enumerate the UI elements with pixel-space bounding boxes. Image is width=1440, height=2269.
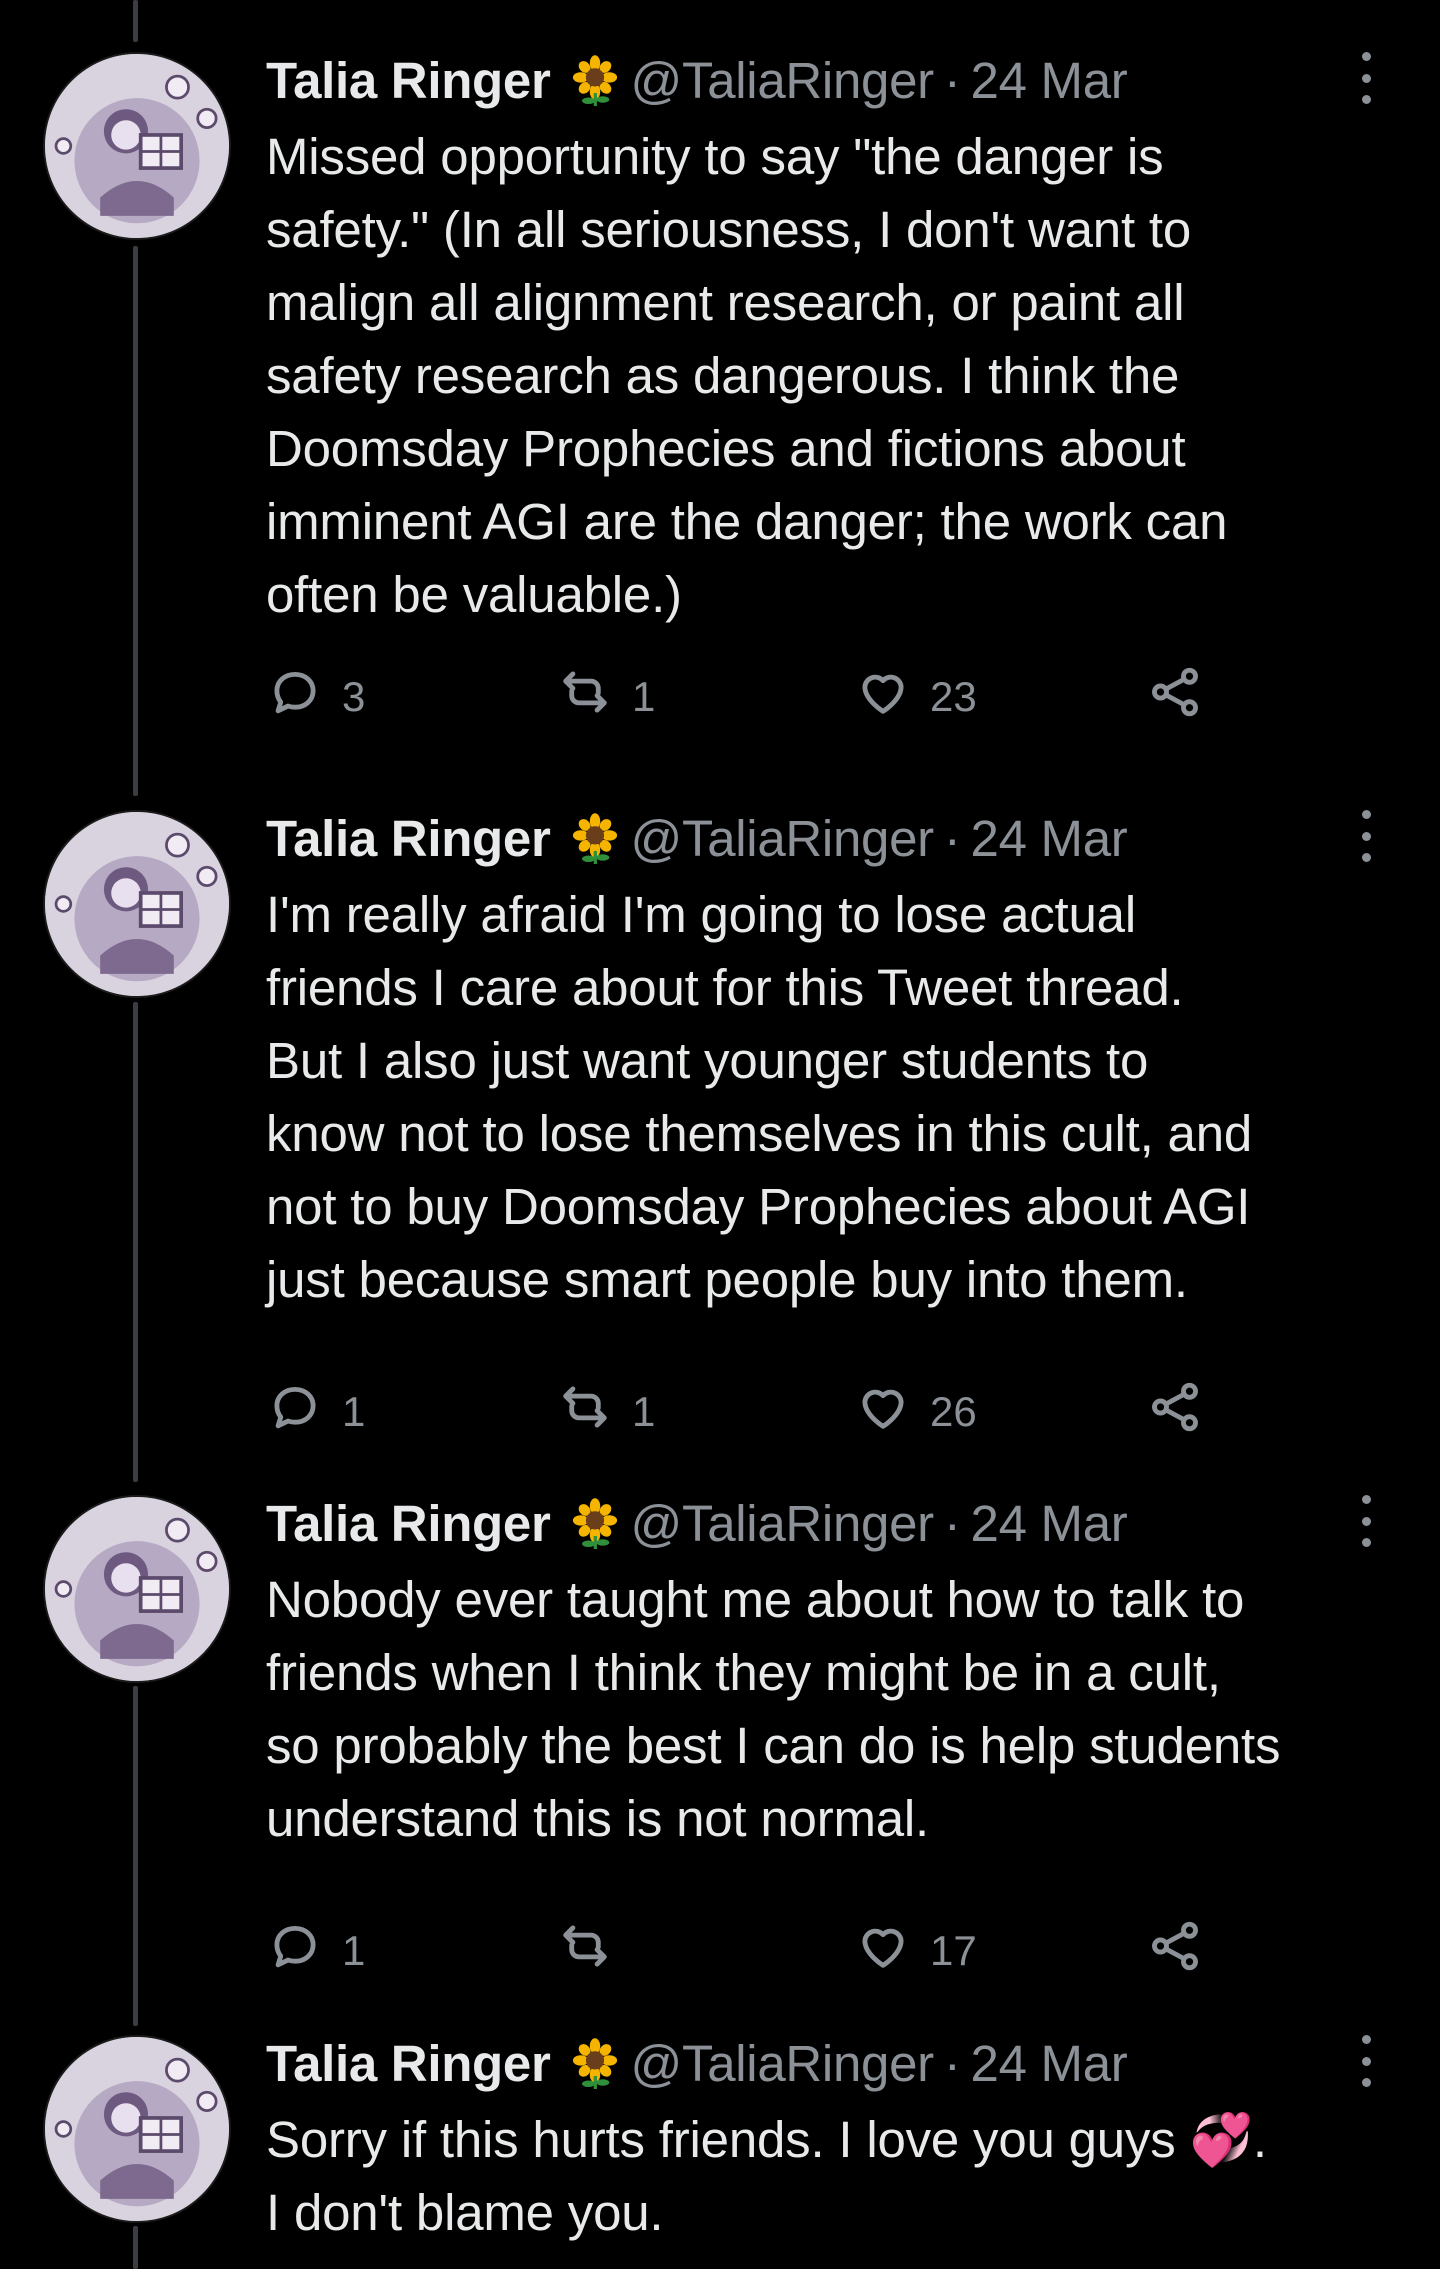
- text-line: Sorry if this hurts friends. I love you …: [266, 2111, 1267, 2168]
- more-icon[interactable]: [1356, 810, 1376, 862]
- reply-button[interactable]: 1: [266, 1921, 365, 1981]
- reply-count: 1: [342, 1388, 366, 1435]
- more-icon[interactable]: [1356, 2035, 1376, 2087]
- author-name[interactable]: Talia Ringer: [266, 51, 551, 110]
- text-line: often be valuable.): [266, 566, 682, 623]
- tweet-text: Missed opportunity to say "the danger is…: [266, 120, 1406, 631]
- share-button[interactable]: [1146, 1921, 1204, 1981]
- tweet-header: Talia Ringer @TaliaRinger · 24 Mar: [266, 50, 1128, 110]
- reply-icon: [266, 1917, 324, 1985]
- separator: ·: [943, 1494, 961, 1552]
- thread-line: [133, 1686, 138, 2026]
- avatar[interactable]: [43, 810, 231, 998]
- reply-count: 3: [342, 673, 366, 720]
- like-button[interactable]: 23: [854, 667, 977, 727]
- like-count: 17: [930, 1927, 977, 1974]
- tweet-actions: 1 1 26: [266, 1382, 1266, 1442]
- tweet-header: Talia Ringer @TaliaRinger · 24 Mar: [266, 2033, 1128, 2093]
- tweet-text: I'm really afraid I'm going to lose actu…: [266, 878, 1406, 1316]
- text-line: Nobody ever taught me about how to talk …: [266, 1571, 1245, 1628]
- text-line: know not to lose themselves in this cult…: [266, 1105, 1253, 1162]
- text-line: malign all alignment research, or paint …: [266, 274, 1185, 331]
- separator: ·: [943, 51, 961, 109]
- reply-button[interactable]: 3: [266, 667, 365, 727]
- tweet-date[interactable]: 24 Mar: [971, 51, 1128, 110]
- sunflower-icon: [569, 812, 621, 864]
- share-button[interactable]: [1146, 1382, 1204, 1442]
- sunflower-icon: [569, 1497, 621, 1549]
- thread-line: [133, 1002, 138, 1482]
- heart-icon: [854, 1917, 912, 1985]
- author-handle[interactable]: @TaliaRinger: [631, 1494, 935, 1553]
- author-name[interactable]: Talia Ringer: [266, 1494, 551, 1553]
- retweet-button[interactable]: [556, 1921, 632, 1981]
- share-icon: [1146, 663, 1204, 731]
- share-icon: [1146, 1378, 1204, 1446]
- heart-icon: [854, 663, 912, 731]
- like-count: 23: [930, 673, 977, 720]
- thread-line: [133, 2226, 138, 2269]
- retweet-button[interactable]: 1: [556, 1382, 655, 1442]
- text-line: imminent AGI are the danger; the work ca…: [266, 493, 1228, 550]
- tweet-header: Talia Ringer @TaliaRinger · 24 Mar: [266, 808, 1128, 868]
- share-button[interactable]: [1146, 667, 1204, 727]
- avatar[interactable]: [43, 1495, 231, 1683]
- heart-icon: [854, 1378, 912, 1446]
- more-icon[interactable]: [1356, 52, 1376, 104]
- author-name[interactable]: Talia Ringer: [266, 809, 551, 868]
- tweet-actions: 1 17: [266, 1921, 1266, 1981]
- text-line: friends when I think they might be in a …: [266, 1644, 1221, 1701]
- avatar[interactable]: [43, 2035, 231, 2223]
- sunflower-icon: [569, 54, 621, 106]
- sunflower-icon: [569, 2037, 621, 2089]
- retweet-icon: [556, 1378, 614, 1446]
- text-line: I'm really afraid I'm going to lose actu…: [266, 886, 1136, 943]
- tweet-actions: 3 1 23: [266, 667, 1266, 727]
- text-line: safety research as dangerous. I think th…: [266, 347, 1180, 404]
- tweet-header: Talia Ringer @TaliaRinger · 24 Mar: [266, 1493, 1128, 1553]
- retweet-button[interactable]: 1: [556, 667, 655, 727]
- retweet-icon: [556, 1917, 614, 1985]
- retweet-count: 1: [632, 1388, 656, 1435]
- retweet-count: 1: [632, 673, 656, 720]
- text-line: Missed opportunity to say "the danger is: [266, 128, 1164, 185]
- reply-icon: [266, 663, 324, 731]
- like-button[interactable]: 26: [854, 1382, 977, 1442]
- author-handle[interactable]: @TaliaRinger: [631, 2034, 935, 2093]
- text-line: understand this is not normal.: [266, 1790, 930, 1847]
- text-line: Doomsday Prophecies and fictions about: [266, 420, 1186, 477]
- reply-icon: [266, 1378, 324, 1446]
- thread-line: [133, 246, 138, 796]
- separator: ·: [943, 2034, 961, 2092]
- text-line: I don't blame you.: [266, 2184, 664, 2241]
- retweet-icon: [556, 663, 614, 731]
- tweet-date[interactable]: 24 Mar: [971, 2034, 1128, 2093]
- author-name[interactable]: Talia Ringer: [266, 2034, 551, 2093]
- avatar[interactable]: [43, 52, 231, 240]
- text-line: But I also just want younger students to: [266, 1032, 1149, 1089]
- like-count: 26: [930, 1388, 977, 1435]
- more-icon[interactable]: [1356, 1495, 1376, 1547]
- thread-line: [133, 0, 138, 42]
- text-line: not to buy Doomsday Prophecies about AGI: [266, 1178, 1251, 1235]
- reply-count: 1: [342, 1927, 366, 1974]
- author-handle[interactable]: @TaliaRinger: [631, 51, 935, 110]
- tweet-text: Nobody ever taught me about how to talk …: [266, 1563, 1406, 1855]
- share-icon: [1146, 1917, 1204, 1985]
- text-line: friends I care about for this Tweet thre…: [266, 959, 1184, 1016]
- text-line: so probably the best I can do is help st…: [266, 1717, 1281, 1774]
- text-line: just because smart people buy into them.: [266, 1251, 1188, 1308]
- author-handle[interactable]: @TaliaRinger: [631, 809, 935, 868]
- tweet-date[interactable]: 24 Mar: [971, 809, 1128, 868]
- reply-button[interactable]: 1: [266, 1382, 365, 1442]
- separator: ·: [943, 809, 961, 867]
- like-button[interactable]: 17: [854, 1921, 977, 1981]
- tweet-date[interactable]: 24 Mar: [971, 1494, 1128, 1553]
- tweet-text: Sorry if this hurts friends. I love you …: [266, 2103, 1406, 2249]
- text-line: safety." (In all seriousness, I don't wa…: [266, 201, 1192, 258]
